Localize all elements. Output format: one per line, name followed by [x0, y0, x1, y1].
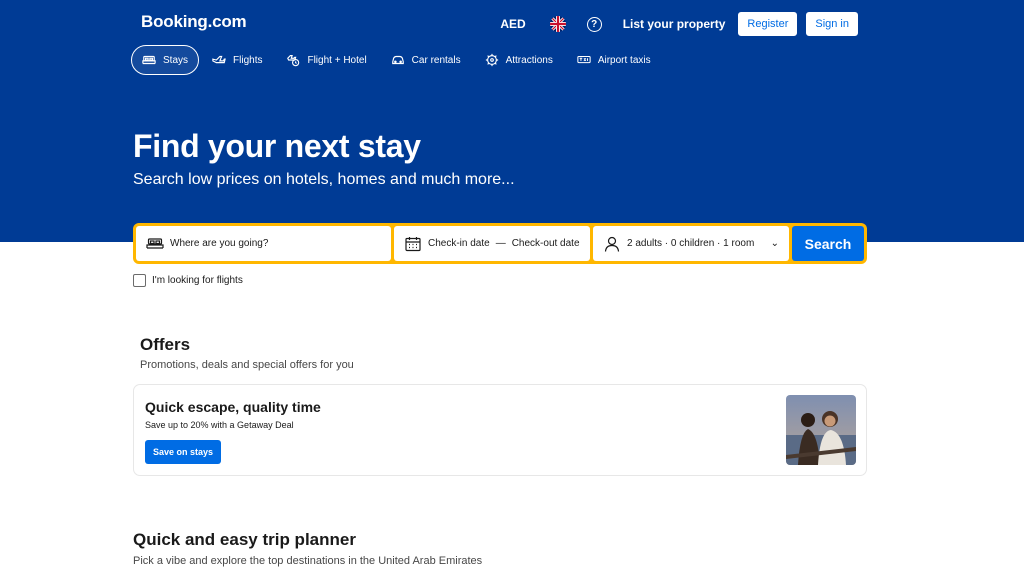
planner-subtitle: Pick a vibe and explore the top destinat…: [133, 555, 483, 567]
header-actions: AED ? List your property Register Sign i…: [500, 12, 858, 36]
checkout-label: Check-out date: [511, 238, 580, 249]
hero-banner: Booking.com AED ? List your property Reg…: [0, 0, 1024, 242]
tab-airport-taxis[interactable]: Airport taxis: [566, 45, 662, 75]
tab-label: Attractions: [505, 54, 553, 66]
calendar-icon: [405, 236, 421, 251]
tab-label: Flight + Hotel: [307, 54, 367, 66]
register-button[interactable]: Register: [738, 12, 798, 36]
save-on-stays-button[interactable]: Save on stays: [145, 440, 222, 464]
bed-icon: [142, 55, 156, 65]
offers-title: Offers: [140, 335, 191, 354]
plane-hotel-icon: [287, 55, 300, 67]
bed-icon: [146, 237, 164, 249]
list-property-link[interactable]: List your property: [623, 17, 726, 31]
tab-label: Car rentals: [411, 54, 461, 66]
uk-flag-icon[interactable]: [549, 16, 566, 32]
product-nav: Stays Flights Flight + Hotel Car rentals: [131, 45, 664, 75]
tab-attractions[interactable]: Attractions: [474, 45, 564, 75]
destination-input[interactable]: Where are you going?: [136, 226, 391, 261]
guests-selector[interactable]: 2 adults · 0 children · 1 room ⌄: [593, 226, 789, 261]
sign-in-button[interactable]: Sign in: [806, 12, 858, 36]
hero-title: Find your next stay: [133, 128, 421, 164]
checkin-label: Check-in date: [428, 238, 490, 249]
taxi-icon: [577, 55, 591, 64]
currency-selector[interactable]: AED: [500, 17, 525, 31]
search-bar: Where are you going? Check-in date — Che…: [133, 223, 867, 264]
date-picker[interactable]: Check-in date — Check-out date: [394, 226, 590, 261]
tab-car-rentals[interactable]: Car rentals: [380, 45, 472, 75]
booking-logo[interactable]: Booking.com: [141, 12, 247, 32]
tab-label: Airport taxis: [597, 54, 651, 66]
tab-flights[interactable]: Flights: [201, 45, 273, 75]
help-icon[interactable]: ?: [586, 16, 602, 32]
offers-subtitle: Promotions, deals and special offers for…: [140, 359, 354, 371]
offer-description: Save up to 20% with a Getaway Deal: [145, 420, 294, 430]
guests-summary: 2 adults · 0 children · 1 room: [627, 238, 755, 249]
person-icon: [604, 236, 620, 252]
car-icon: [391, 55, 404, 65]
flights-checkbox[interactable]: [133, 274, 146, 287]
planner-title: Quick and easy trip planner: [133, 530, 356, 549]
attractions-icon: [485, 53, 498, 67]
flights-checkbox-label: I'm looking for flights: [152, 275, 243, 286]
flights-checkbox-row[interactable]: I'm looking for flights: [133, 274, 243, 287]
tab-label: Stays: [163, 54, 189, 66]
search-button[interactable]: Search: [792, 226, 864, 261]
tab-label: Flights: [233, 54, 263, 66]
offer-card: Quick escape, quality time Save up to 20…: [133, 384, 867, 476]
date-separator: —: [495, 238, 506, 249]
chevron-down-icon: ⌄: [770, 238, 779, 249]
offer-title: Quick escape, quality time: [145, 399, 321, 415]
tab-flight-hotel[interactable]: Flight + Hotel: [275, 45, 377, 75]
tab-stays[interactable]: Stays: [131, 45, 200, 75]
offer-image: [786, 395, 856, 465]
plane-icon: [212, 55, 226, 64]
destination-placeholder: Where are you going?: [170, 238, 269, 249]
hero-subtitle: Search low prices on hotels, homes and m…: [133, 171, 515, 188]
